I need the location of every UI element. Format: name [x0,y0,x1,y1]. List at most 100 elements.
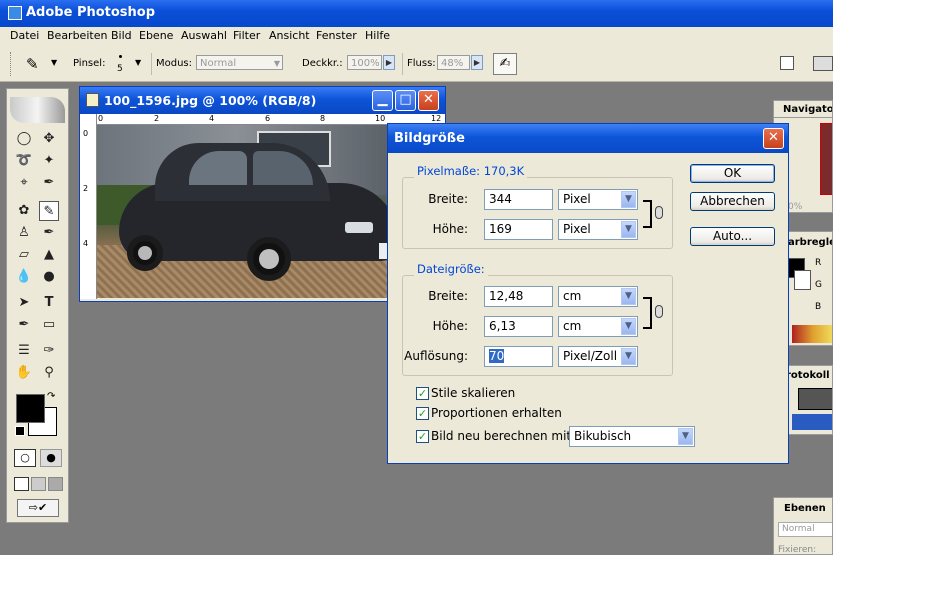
doc-width-input[interactable]: 12,48 [484,286,553,307]
brush-picker-arrow-icon[interactable]: ▼ [135,58,141,67]
menu-hilfe[interactable]: Hilfe [365,29,390,42]
scale-styles-checkbox[interactable]: ✓ [416,387,429,400]
app-title: Adobe Photoshop [26,5,156,20]
resample-method-select[interactable]: Bikubisch ▼ [569,426,695,447]
scale-styles-label[interactable]: Stile skalieren [431,386,515,400]
path-selection-tool-icon[interactable]: ➤ [14,293,34,313]
history-tab-label[interactable]: rotokoll [786,370,830,381]
resolution-label: Auflösung: [404,349,468,363]
preset-dropdown-icon[interactable]: ▼ [51,58,57,67]
healing-brush-tool-icon[interactable]: ✿ [14,201,34,221]
palette-well-icon[interactable] [780,56,794,70]
layers-tab-label[interactable]: Ebenen [784,503,826,514]
blur-tool-icon[interactable]: 💧 [14,267,34,287]
menu-filter[interactable]: Filter [233,29,260,42]
standard-mode-icon[interactable]: ○ [14,449,36,467]
pixel-height-unit-select[interactable]: Pixel ▼ [558,219,638,240]
pixel-width-unit-select[interactable]: Pixel ▼ [558,189,638,210]
options-grip [10,52,13,76]
toolbox: ◯ ✥ ➰ ✦ ⌖ ✒ ✿ ✎ ♙ ✒ ▱ ▲ 💧 ● ➤ T ✒ ▭ ☰ ✑ … [6,88,69,523]
screen-mode-standard-icon[interactable] [14,477,29,491]
flow-field[interactable]: 48% [437,55,470,70]
crop-tool-icon[interactable]: ⌖ [14,173,34,193]
brush-tool-preset-icon[interactable]: ✎ [26,55,39,73]
menu-fenster[interactable]: Fenster [316,29,357,42]
doc-height-input[interactable]: 6,13 [484,316,553,337]
marquee-tool-icon[interactable]: ◯ [14,129,34,149]
color-bg-swatch[interactable] [794,270,811,290]
history-brush-tool-icon[interactable]: ✒ [39,223,59,243]
color-tab-label[interactable]: arbregle [788,237,832,248]
photoshop-window: Adobe Photoshop Datei Bearbeiten Bild Eb… [0,0,833,555]
constrain-proportions-label[interactable]: Proportionen erhalten [431,406,562,420]
airbrush-toggle-icon[interactable]: ✍ [493,53,517,75]
ruler-label: 10 [375,114,386,123]
opacity-field[interactable]: 100% [347,55,382,70]
lasso-tool-icon[interactable]: ➰ [14,151,34,171]
dialog-close-button[interactable]: ✕ [763,128,784,149]
brush-tool-icon[interactable]: ✎ [39,201,59,221]
cancel-button[interactable]: Abbrechen [690,192,775,211]
history-state-row[interactable] [792,414,832,430]
clone-stamp-tool-icon[interactable]: ♙ [14,223,34,243]
eraser-tool-icon[interactable]: ▱ [14,245,34,265]
menu-bild[interactable]: Bild [111,29,132,42]
foreground-color-swatch[interactable] [16,394,45,423]
doc-height-unit-select[interactable]: cm ▼ [558,316,638,337]
pixel-width-input[interactable]: 344 [484,189,553,210]
magic-wand-tool-icon[interactable]: ✦ [39,151,59,171]
resample-label[interactable]: Bild neu berechnen mit: [431,429,575,443]
chevron-down-icon: ▼ [621,318,636,335]
shape-tool-icon[interactable]: ▭ [39,315,59,335]
opacity-slider-arrow-icon[interactable]: ▶ [383,55,395,70]
zoom-tool-icon[interactable]: ⚲ [39,363,59,383]
paint-bucket-tool-icon[interactable]: ▲ [39,245,59,265]
document-titlebar[interactable]: 100_1596.jpg @ 100% (RGB/8) ▁ □ ✕ [80,87,445,114]
default-colors-icon[interactable] [15,426,25,436]
constrain-proportions-checkbox[interactable]: ✓ [416,407,429,420]
navigator-zoom[interactable]: 0% [788,202,802,212]
screen-mode-full-icon[interactable] [48,477,63,491]
pixel-height-input[interactable]: 169 [484,219,553,240]
resolution-input[interactable]: 70 [484,346,553,367]
mode-label: Modus: [156,58,193,69]
close-document-button[interactable]: ✕ [418,90,439,111]
hand-tool-icon[interactable]: ✋ [14,363,34,383]
minimize-button[interactable]: ▁ [372,90,393,111]
ok-button[interactable]: OK [690,164,775,183]
pen-tool-icon[interactable]: ✒ [14,315,34,335]
maximize-button[interactable]: □ [395,90,416,111]
quick-mask-mode-icon[interactable]: ● [40,449,62,467]
swap-colors-icon[interactable]: ↷ [47,391,55,402]
type-tool-icon[interactable]: T [39,293,59,313]
menu-auswahl[interactable]: Auswahl [181,29,227,42]
slice-tool-icon[interactable]: ✒ [39,173,59,193]
dialog-titlebar[interactable]: Bildgröße ✕ [388,124,788,153]
dialog-title: Bildgröße [394,131,465,146]
resolution-unit-select[interactable]: Pixel/Zoll ▼ [558,346,638,367]
menu-bearbeiten[interactable]: Bearbeiten [47,29,107,42]
navigator-tab[interactable]: Navigator [774,101,832,118]
move-tool-icon[interactable]: ✥ [39,129,59,149]
toolbox-header-feather-icon[interactable] [10,97,65,123]
menu-datei[interactable]: Datei [10,29,39,42]
jump-to-imageready-icon[interactable]: ⇨✔ [17,499,59,517]
dodge-tool-icon[interactable]: ● [39,267,59,287]
menu-ansicht[interactable]: Ansicht [269,29,310,42]
mode-select[interactable]: Normal ▼ [196,55,283,70]
ruler-label: 2 [83,184,89,193]
color-ramp[interactable] [792,325,832,343]
eyedropper-tool-icon[interactable]: ✑ [39,341,59,361]
navigator-thumbnail[interactable] [820,123,832,195]
flow-slider-arrow-icon[interactable]: ▶ [471,55,483,70]
notes-tool-icon[interactable]: ☰ [14,341,34,361]
doc-width-unit-select[interactable]: cm ▼ [558,286,638,307]
file-browser-icon[interactable] [813,56,833,71]
pixel-height-unit: Pixel [563,222,591,236]
screen-mode-menubar-icon[interactable] [31,477,46,491]
menu-ebene[interactable]: Ebene [139,29,173,42]
history-snapshot-thumbnail[interactable] [798,388,832,410]
auto-button[interactable]: Auto... [690,227,775,246]
layer-blend-mode-select[interactable]: Normal [778,522,832,537]
resample-checkbox[interactable]: ✓ [416,430,429,443]
